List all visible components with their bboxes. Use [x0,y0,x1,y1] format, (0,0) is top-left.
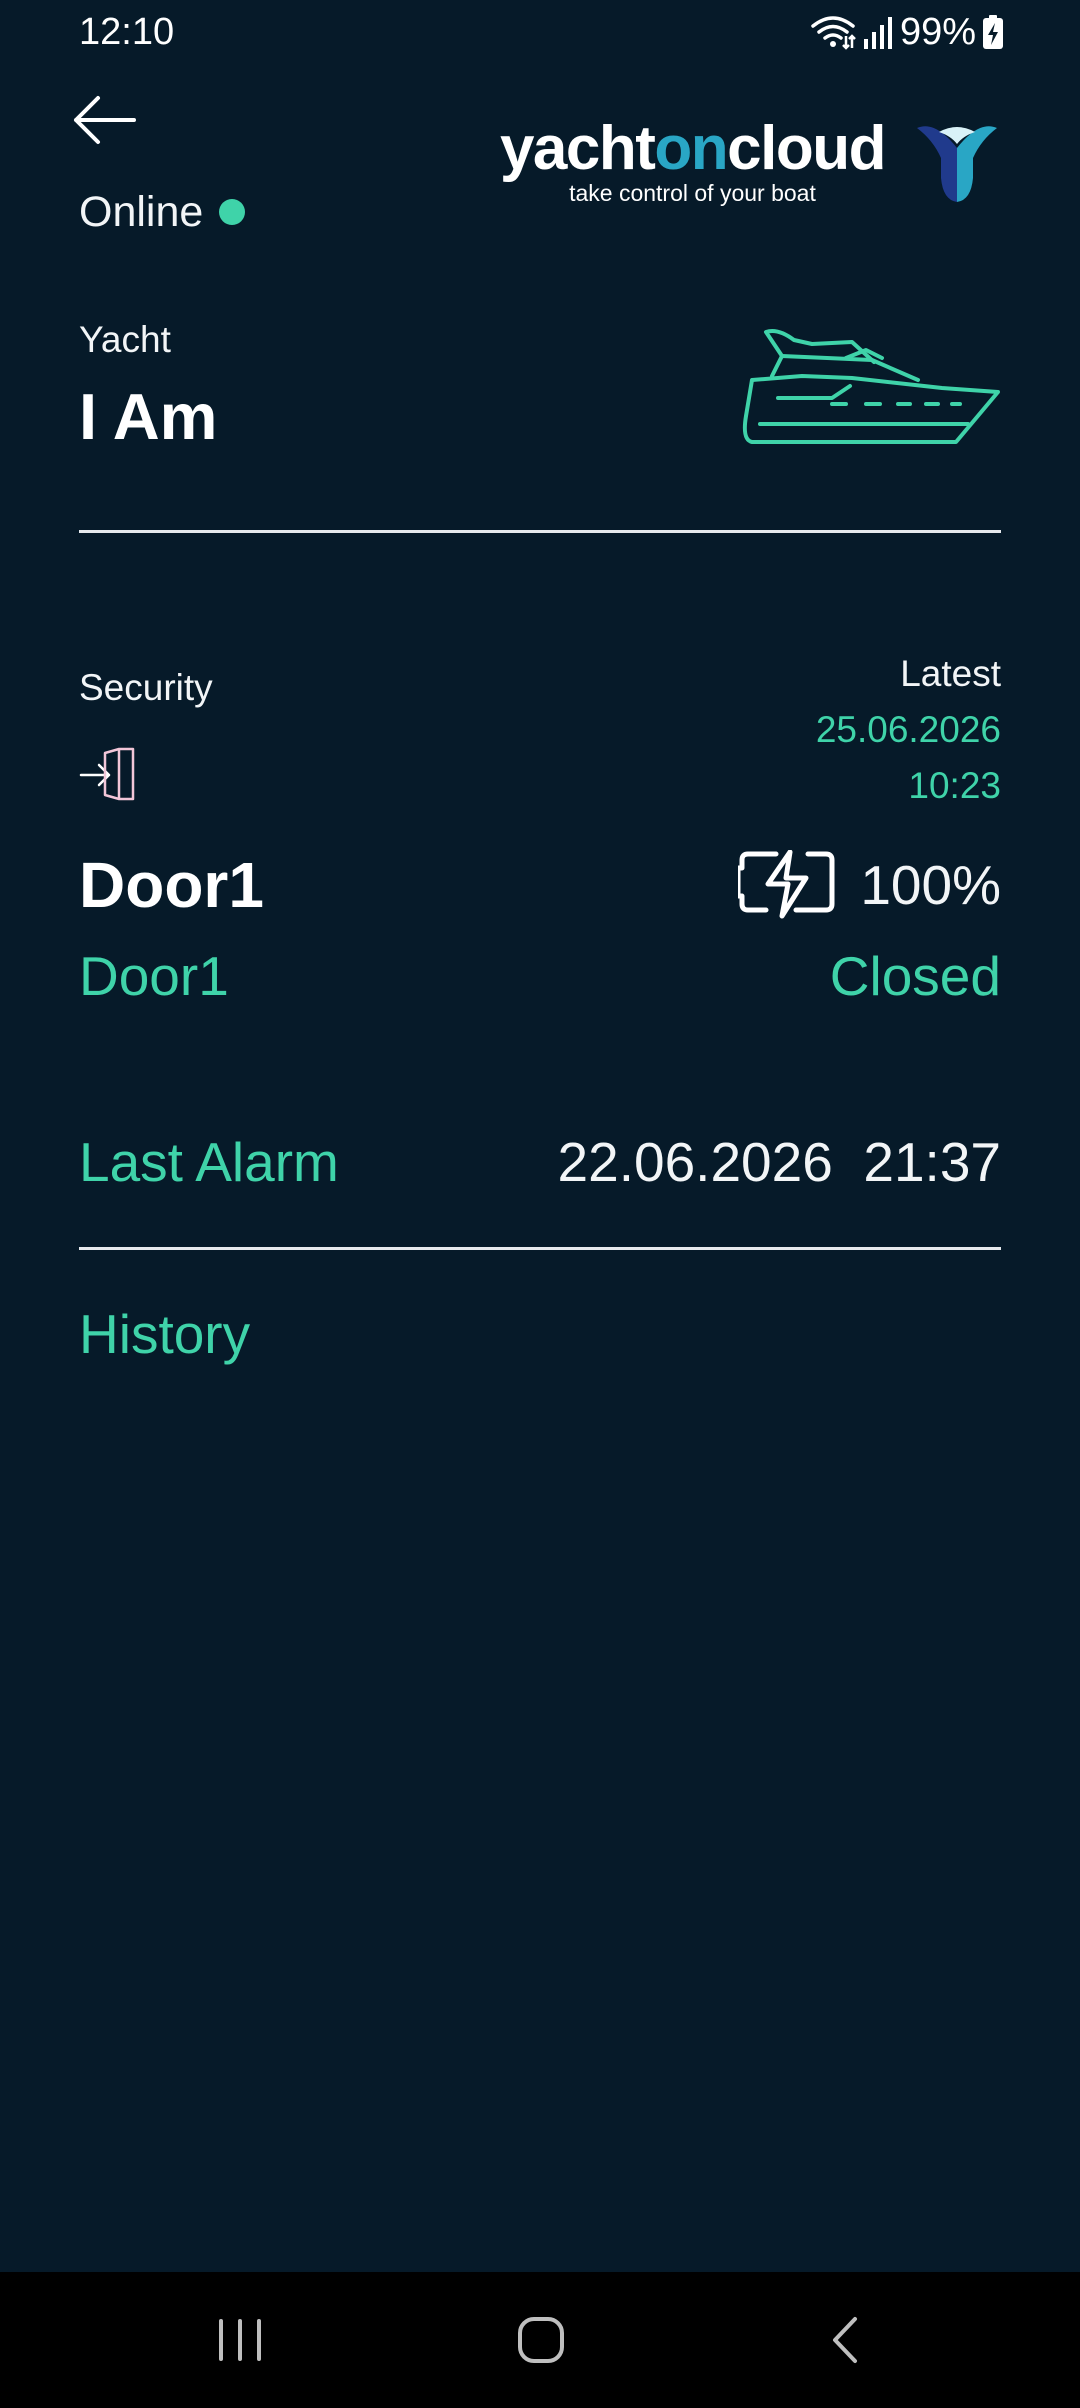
logo-emblem-icon [917,126,997,202]
sensor-category-label: Security [79,667,213,708]
sensor-state: Closed [829,945,1001,1007]
home-button[interactable] [471,2272,611,2408]
signal-icon [863,17,892,49]
recent-apps-button[interactable] [170,2272,310,2408]
brand-logo: yachtoncloud take control of your boat [500,118,1001,206]
wifi-icon [811,16,856,50]
arrow-left-icon [74,96,136,144]
last-alarm-value: 22.06.2026 21:37 [557,1131,1001,1193]
yacht-name: I Am [79,380,218,453]
back-icon [833,2317,857,2363]
sensor-subtitle: Door1 [79,945,229,1007]
sensor-battery: 100% [738,848,1001,922]
status-icons: 99% [810,8,1004,56]
connection-status-label: Online [79,188,204,236]
logo-tagline: take control of your boat [569,180,816,206]
door-enter-icon [79,747,135,801]
sensor-name: Door1 [79,849,264,921]
status-time: 12:10 [79,11,175,53]
history-link[interactable]: History [79,1302,250,1366]
battery-percent: 99% [899,10,976,53]
battery-charging-icon [983,15,1003,49]
logo-wordmark: yachtoncloud [499,114,887,183]
online-indicator-dot [219,199,246,225]
connection-status: Online [79,186,246,238]
latest-label: Latest [900,653,1001,694]
divider [79,530,1001,533]
home-icon [518,2317,564,2363]
back-button[interactable] [70,80,160,160]
system-back-button[interactable] [775,2272,915,2408]
latest-time: 10:23 [908,765,1001,806]
yacht-icon [742,329,1000,444]
battery-level: 100% [860,854,1001,916]
yacht-label: Yacht [79,319,171,360]
battery-bolt-icon [738,850,835,919]
divider [79,1247,1001,1250]
system-navigation-bar [0,2272,1080,2408]
last-alarm-label: Last Alarm [79,1131,339,1193]
latest-date: 25.06.2026 [815,709,1001,750]
recent-apps-icon [219,2319,261,2361]
